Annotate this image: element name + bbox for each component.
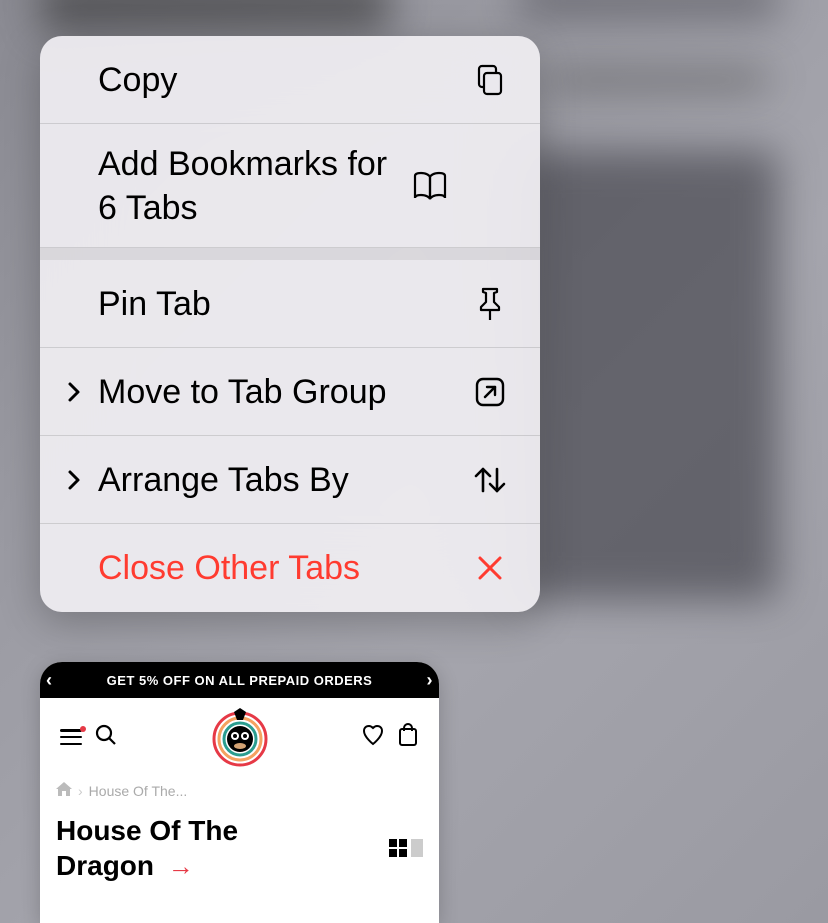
- arrow-out-icon: [468, 370, 512, 414]
- page-title-row: House Of The Dragon →: [40, 805, 439, 891]
- arrange-tabs-by-menu-item[interactable]: Arrange Tabs By: [40, 436, 540, 524]
- sort-icon: [468, 458, 512, 502]
- bag-icon[interactable]: [397, 723, 419, 752]
- pin-tab-menu-item[interactable]: Pin Tab: [40, 260, 540, 348]
- copy-menu-item[interactable]: Copy: [40, 36, 540, 124]
- copy-label: Copy: [98, 40, 468, 120]
- chevron-right-icon: [66, 468, 98, 492]
- search-icon[interactable]: [94, 723, 118, 752]
- arrow-right-icon: →: [168, 851, 194, 881]
- breadcrumb: › House Of The...: [40, 770, 439, 805]
- tab-preview-card[interactable]: ‹ GET 5% OFF ON ALL PREPAID ORDERS ›: [40, 662, 439, 923]
- book-icon: [408, 164, 452, 208]
- page-title: House Of The Dragon →: [56, 813, 389, 883]
- copy-icon: [468, 58, 512, 102]
- breadcrumb-text: House Of The...: [89, 783, 188, 799]
- tab-context-menu: Copy Add Bookmarks for 6 Tabs Pin Tab: [40, 36, 540, 612]
- background-blur: [518, 150, 778, 600]
- close-others-label: Close Other Tabs: [98, 528, 468, 608]
- move-to-group-label: Move to Tab Group: [98, 352, 468, 432]
- background-blur: [548, 70, 768, 90]
- grid-view-icon[interactable]: [389, 839, 407, 857]
- background-blur: [518, 0, 778, 20]
- hamburger-menu-icon[interactable]: [60, 729, 82, 745]
- add-bookmarks-menu-item[interactable]: Add Bookmarks for 6 Tabs: [40, 124, 540, 248]
- site-logo[interactable]: [211, 706, 269, 773]
- list-view-icon[interactable]: [411, 839, 423, 857]
- banner-text: GET 5% OFF ON ALL PREPAID ORDERS: [107, 673, 373, 688]
- background-blur: [40, 0, 390, 30]
- view-toggle[interactable]: [389, 839, 423, 857]
- site-toolbar: [40, 698, 439, 770]
- banner-prev-icon: ‹: [46, 670, 53, 691]
- pin-icon: [468, 282, 512, 326]
- move-to-tab-group-menu-item[interactable]: Move to Tab Group: [40, 348, 540, 436]
- arrange-tabs-label: Arrange Tabs By: [98, 440, 468, 520]
- menu-divider: [40, 248, 540, 260]
- home-icon[interactable]: [56, 782, 72, 799]
- add-bookmarks-label: Add Bookmarks for 6 Tabs: [98, 124, 408, 248]
- banner-next-icon: ›: [427, 670, 434, 691]
- heart-icon[interactable]: [361, 723, 385, 752]
- breadcrumb-separator-icon: ›: [78, 783, 83, 799]
- close-other-tabs-menu-item[interactable]: Close Other Tabs: [40, 524, 540, 612]
- pin-tab-label: Pin Tab: [98, 264, 468, 344]
- close-icon: [468, 546, 512, 590]
- promo-banner: ‹ GET 5% OFF ON ALL PREPAID ORDERS ›: [40, 662, 439, 698]
- chevron-right-icon: [66, 380, 98, 404]
